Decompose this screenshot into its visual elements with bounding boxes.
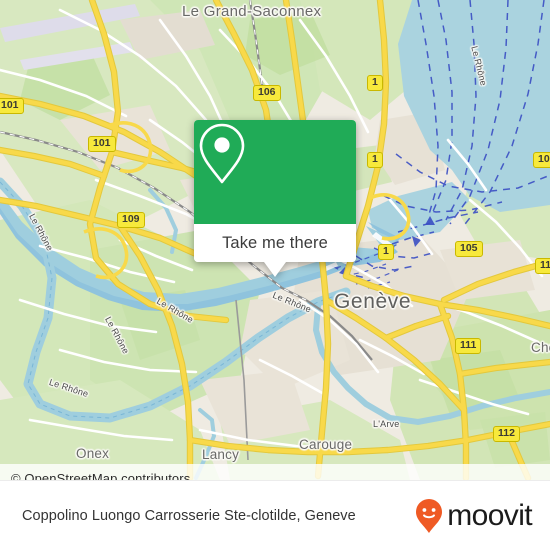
moovit-brand[interactable]: moovit xyxy=(414,498,533,534)
road-shield-105-a[interactable]: 105 xyxy=(455,241,483,257)
place-title: Coppolino Luongo Carrosserie Ste-clotild… xyxy=(22,507,356,524)
map-screen: Le Grand-Saconnex Genève Onex Lancy Caro… xyxy=(0,0,550,550)
attribution-bar: © OpenStreetMap contributors xyxy=(0,464,550,480)
road-shield-106[interactable]: 106 xyxy=(253,85,281,101)
road-shield-1-a[interactable]: 1 xyxy=(367,75,383,91)
callout-body: Take me there xyxy=(194,120,356,262)
road-shield-11x[interactable]: 11 xyxy=(535,258,550,274)
callout-header xyxy=(194,120,356,224)
road-shield-105-b[interactable]: 105 xyxy=(533,152,550,168)
road-shield-101-a[interactable]: 101 xyxy=(0,98,24,114)
footer-bar: Coppolino Luongo Carrosserie Ste-clotild… xyxy=(0,480,550,550)
callout-label: Take me there xyxy=(222,233,328,252)
map-canvas[interactable]: Le Grand-Saconnex Genève Onex Lancy Caro… xyxy=(0,0,550,480)
take-me-there-callout[interactable]: Take me there xyxy=(194,120,356,277)
road-shield-111[interactable]: 111 xyxy=(455,338,482,354)
callout-pointer xyxy=(264,262,286,277)
road-shield-109[interactable]: 109 xyxy=(117,212,145,228)
road-shield-1-c[interactable]: 1 xyxy=(378,244,394,260)
callout-footer[interactable]: Take me there xyxy=(194,224,356,262)
attribution-text[interactable]: © OpenStreetMap contributors xyxy=(0,471,190,481)
road-shield-1-b[interactable]: 1 xyxy=(367,152,383,168)
road-shield-101-b[interactable]: 101 xyxy=(88,136,116,152)
moovit-smiley-pin-icon xyxy=(416,498,443,533)
road-shield-112[interactable]: 112 xyxy=(493,426,520,442)
map-pin-icon xyxy=(199,123,245,184)
moovit-wordmark: moovit xyxy=(447,498,532,532)
